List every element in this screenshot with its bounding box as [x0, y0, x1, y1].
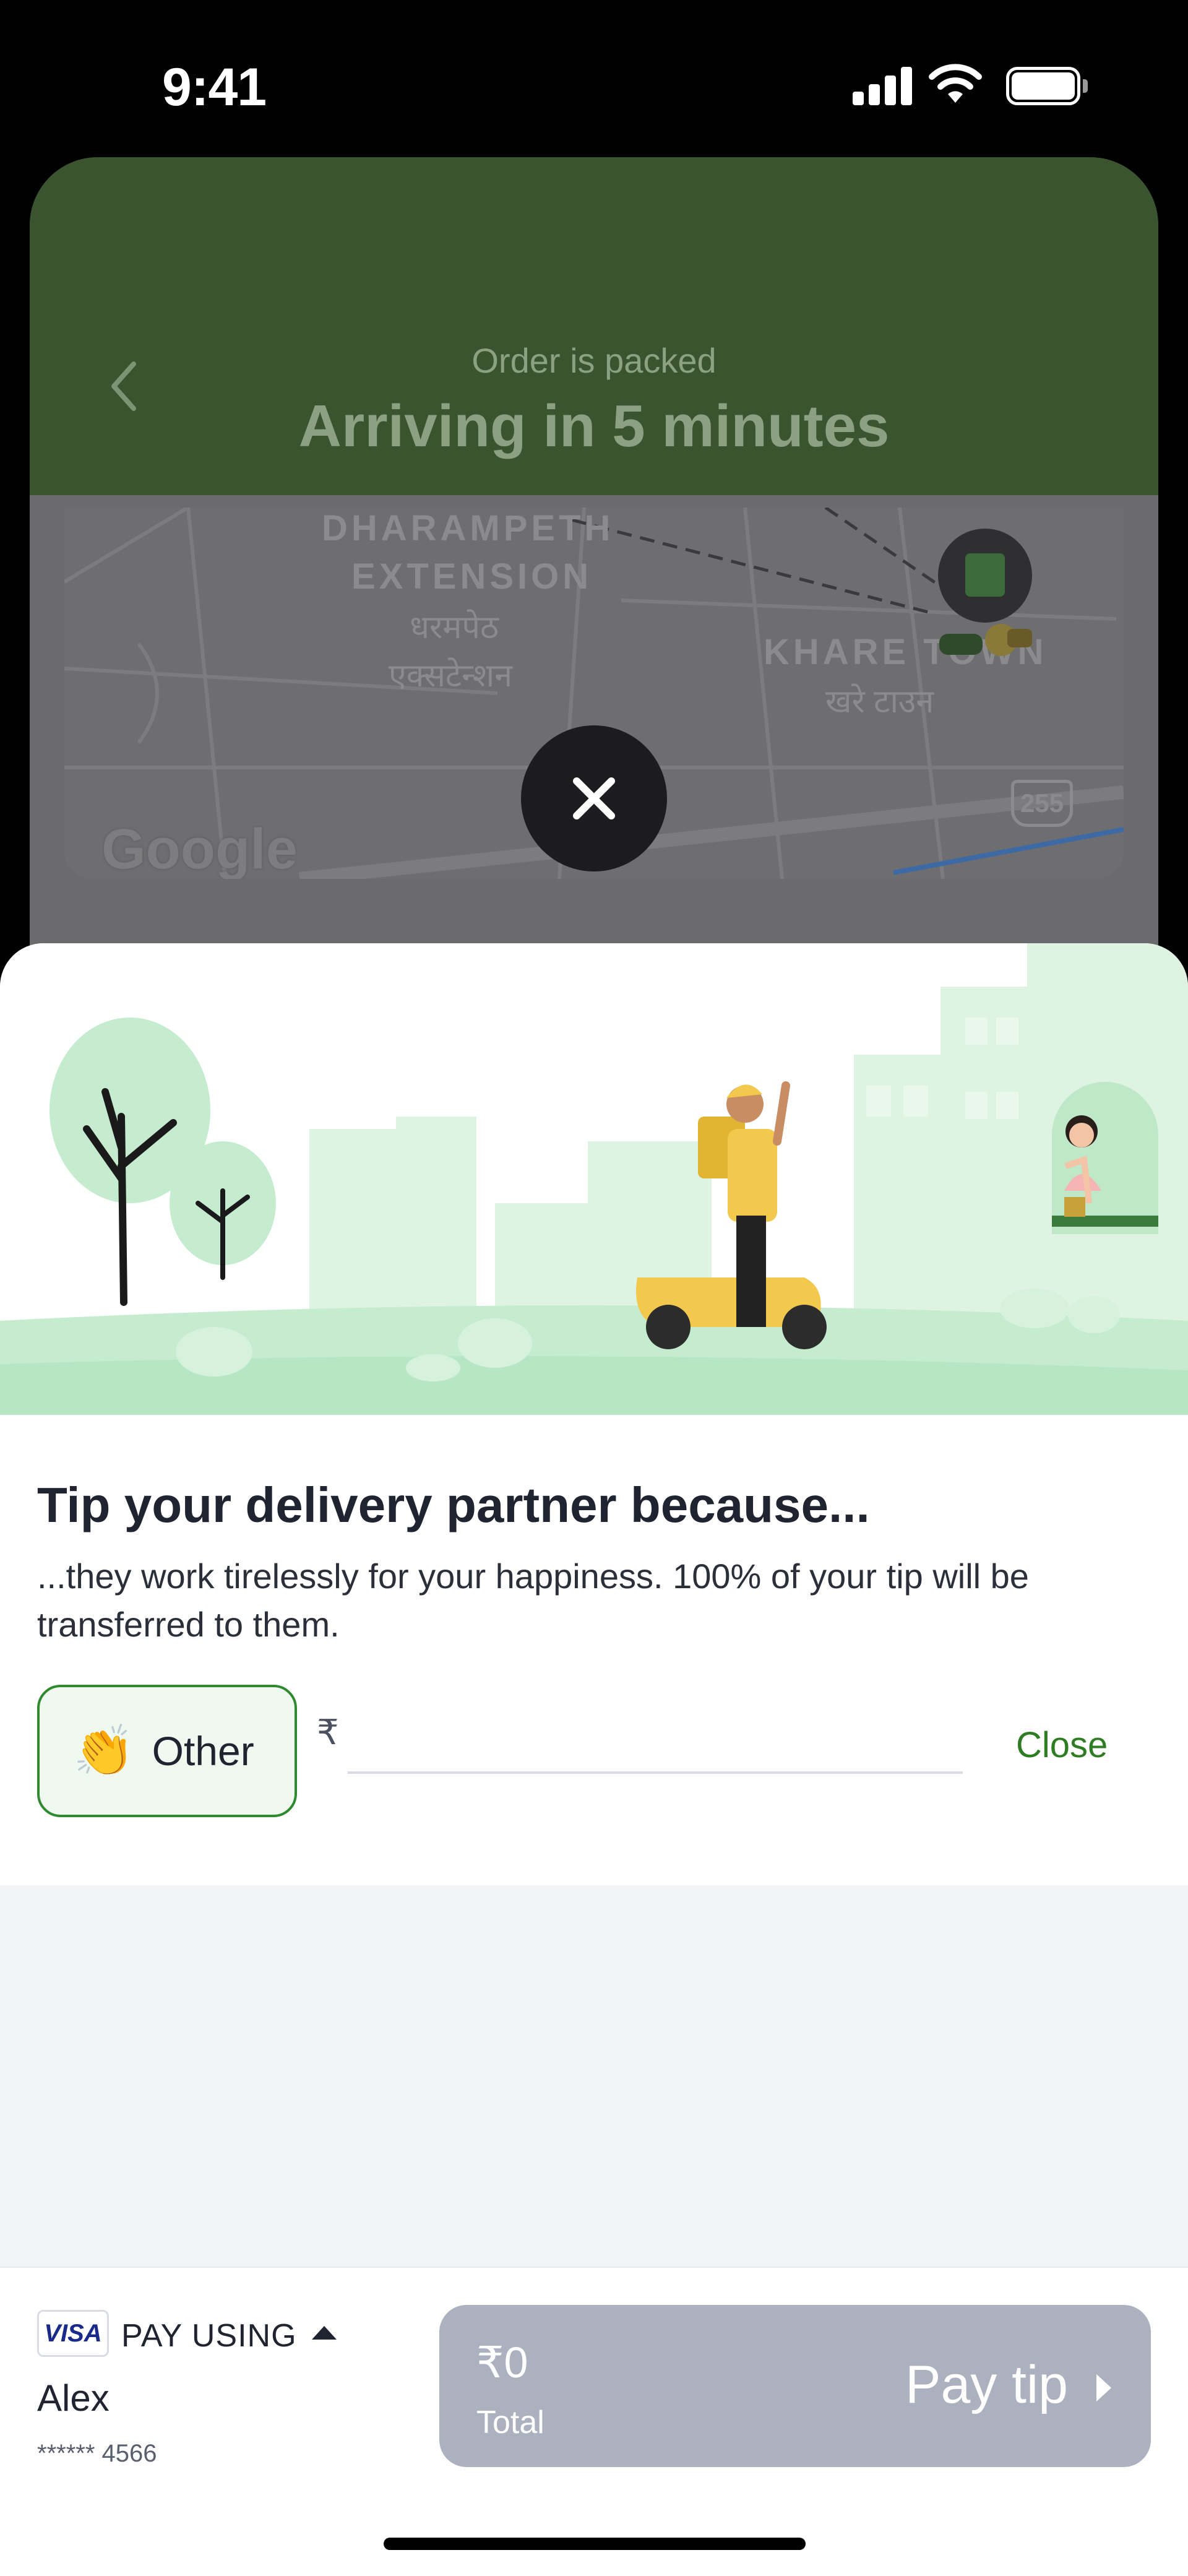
map-area-label: EXTENSION: [351, 556, 593, 597]
map-area-label: खरे टाउन: [825, 684, 934, 720]
close-button[interactable]: [521, 725, 667, 871]
order-tracking-card: Order is packed Arriving in 5 minutes DH…: [30, 157, 1158, 1024]
cellular-signal-icon: [853, 64, 913, 105]
pay-using-selector[interactable]: PAY USING: [121, 2317, 297, 2354]
status-bar: 9:41: [0, 0, 1188, 149]
tip-panel: Tip your delivery partner because... ...…: [0, 1415, 1188, 1885]
close-icon: [573, 777, 615, 819]
custom-tip-amount-input[interactable]: [348, 1706, 963, 1774]
home-indicator[interactable]: [384, 2538, 806, 2550]
currency-symbol: ₹: [317, 1713, 339, 1752]
clapping-hands-icon: 👏: [73, 1723, 135, 1778]
status-time: 9:41: [162, 58, 267, 117]
google-attribution: Google: [101, 818, 298, 879]
wifi-icon: [929, 64, 982, 103]
order-status-text: Order is packed: [471, 341, 717, 380]
rider-pin-icon: [939, 624, 1032, 656]
highway-shield-icon: 255: [1011, 780, 1073, 827]
caret-up-icon[interactable]: [312, 2326, 337, 2340]
map-area-label: धरमपेठ: [410, 610, 499, 646]
tip-option-other[interactable]: 👏 Other: [37, 1685, 297, 1817]
payer-name: Alex: [37, 2377, 110, 2419]
battery-icon: [1006, 67, 1088, 105]
tip-option-label: Other: [152, 1728, 254, 1774]
map-area-label: DHARAMPETH: [322, 508, 614, 548]
pay-tip-button[interactable]: ₹0 Total Pay tip: [439, 2305, 1151, 2467]
tip-title: Tip your delivery partner because...: [37, 1477, 870, 1532]
store-pin-icon: [938, 529, 1032, 623]
tracking-header: Order is packed Arriving in 5 minutes: [30, 157, 1158, 495]
total-label: Total: [476, 2405, 544, 2440]
visa-card-icon: VISA: [37, 2310, 109, 2357]
arrival-title: Arriving in 5 minutes: [298, 393, 890, 459]
arrow-right-icon: [1096, 2374, 1111, 2401]
total-amount: ₹0: [476, 2338, 528, 2387]
pay-tip-label: Pay tip: [905, 2355, 1068, 2414]
tip-description: ...they work tirelessly for your happine…: [37, 1557, 1029, 1644]
map-area-label: एक्सटेन्शन: [389, 658, 512, 694]
close-custom-tip-link[interactable]: Close: [1016, 1724, 1108, 1766]
masked-card-number: ****** 4566: [37, 2440, 157, 2467]
tip-illustration: [0, 943, 1188, 1416]
payment-bar: VISA PAY USING Alex ****** 4566 ₹0 Total…: [0, 2267, 1188, 2576]
